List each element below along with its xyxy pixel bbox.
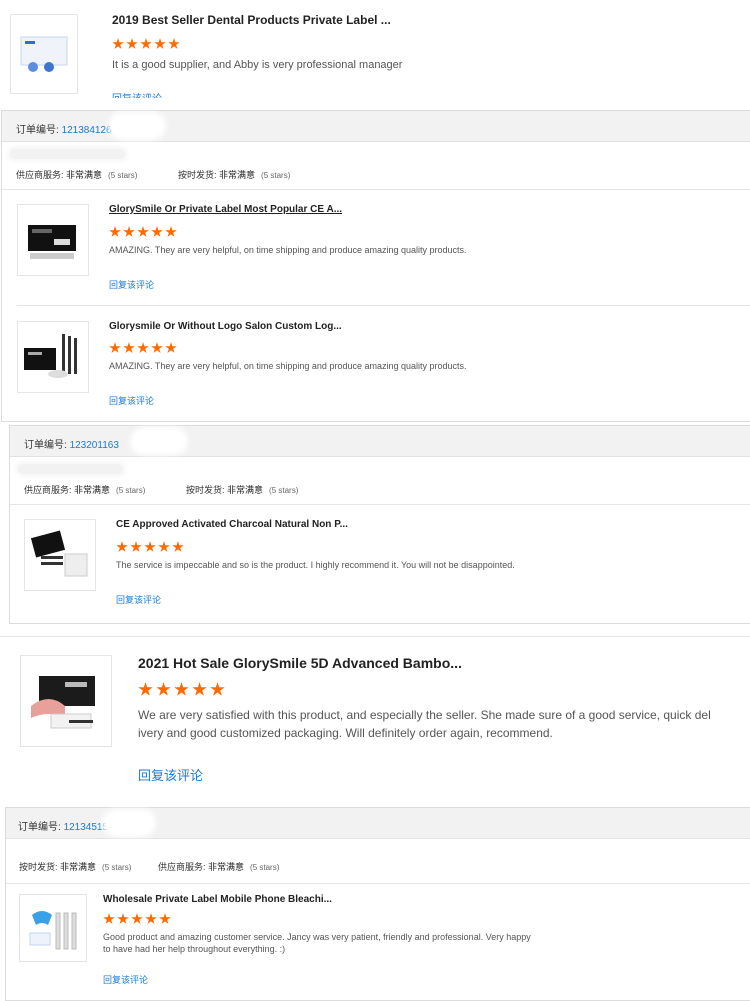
product-thumbnail[interactable] [17,204,89,276]
star-icon [131,913,143,924]
review-text: Good product and amazing customer servic… [103,932,531,954]
star-icon [117,913,129,924]
rating-stars [116,541,184,553]
star-icon [130,541,142,552]
product-thumbnail[interactable] [20,655,112,747]
star-icon [156,682,171,696]
star-icon [145,913,157,924]
divider [2,189,750,190]
redacted-mask [106,813,152,833]
star-icon [137,226,149,237]
reply-link[interactable]: 回复该评论 [109,278,154,291]
star-icon [174,682,189,696]
star-icon [116,541,128,552]
reply-link[interactable]: 回复该评论 [138,765,203,784]
shipping-rating: 按时发货: 非常满意 (5 stars) [19,862,132,872]
star-icon [165,226,177,237]
order-number[interactable]: 123201163 [70,440,119,451]
review-text: We are very satisfied with this product,… [138,708,711,740]
rating-stars [109,342,177,354]
service-rating: 供应商服务: 非常满意 (5 stars) [158,862,280,872]
rating-stars [109,226,177,238]
review-text: It is a good supplier, and Abby is very … [112,59,403,71]
star-icon [140,38,152,49]
reply-link[interactable]: 回复该评论 [116,593,161,606]
rating-stars [138,682,225,697]
product-title[interactable]: Wholesale Private Label Mobile Phone Ble… [103,894,332,905]
review-text: AMAZING. They are very helpful, on time … [109,245,467,255]
product-title[interactable]: CE Approved Activated Charcoal Natural N… [116,519,348,530]
shipping-rating: 按时发货: 非常满意 (5 stars) [178,170,291,180]
star-icon [192,682,207,696]
shipping-rating: 按时发货: 非常满意 (5 stars) [186,485,299,495]
star-icon [126,38,138,49]
order-header: 订单编号: 121384126 [2,111,750,142]
product-thumbnail[interactable] [19,894,87,962]
redacted-mask [112,116,162,136]
star-icon [151,342,163,353]
order-card: 订单编号: 123201163 供应商服务: 非常满意 (5 stars) 按时发… [9,425,750,624]
divider [10,504,750,505]
star-icon [172,541,184,552]
star-icon [210,682,225,696]
star-icon [154,38,166,49]
star-icon [109,342,121,353]
star-icon [138,682,153,696]
star-icon [144,541,156,552]
star-icon [158,541,170,552]
order-number[interactable]: 121384126 [62,125,112,136]
product-thumbnail[interactable] [17,321,89,393]
service-rating: 供应商服务: 非常满意 (5 stars) [24,485,146,495]
review-card-top: 2019 Best Seller Dental Products Private… [0,0,750,100]
product-title[interactable]: GlorySmile Or Private Label Most Popular… [109,204,342,215]
reply-link[interactable]: 回复该评论 [103,973,148,986]
order-header: 订单编号: 121345151 [6,808,750,839]
star-icon [103,913,115,924]
star-icon [151,226,163,237]
redacted-mask [134,431,184,451]
product-title[interactable]: 2019 Best Seller Dental Products Private… [112,13,391,27]
divider [17,305,750,306]
star-icon [137,342,149,353]
rating-stars [112,38,180,50]
star-icon [165,342,177,353]
star-icon [123,342,135,353]
service-rating: 供应商服务: 非常满意 (5 stars) [16,170,138,180]
reply-link[interactable]: 回复该评论 [109,394,154,407]
redacted-mask [18,464,123,474]
divider [6,883,750,884]
review-text: The service is impeccable and so is the … [116,560,515,570]
review-card-large: 2021 Hot Sale GlorySmile 5D Advanced Bam… [0,637,750,802]
order-label: 订单编号: [16,125,59,136]
star-icon [123,226,135,237]
order-label: 订单编号: [18,822,61,833]
star-icon [109,226,121,237]
order-label: 订单编号: [24,440,67,451]
order-card: 订单编号: 121345151 按时发货: 非常满意 (5 stars) 供应商服… [5,807,750,1001]
product-thumbnail[interactable] [10,14,78,94]
star-icon [112,38,124,49]
review-text: AMAZING. They are very helpful, on time … [109,361,467,371]
reply-link[interactable]: 回复该评论 [112,90,162,98]
order-card: 订单编号: 121384126 供应商服务: 非常满意 (5 stars) 按时发… [1,110,750,422]
star-icon [168,38,180,49]
product-title[interactable]: 2021 Hot Sale GlorySmile 5D Advanced Bam… [138,655,462,671]
redacted-mask [10,149,125,159]
star-icon [159,913,171,924]
product-title[interactable]: Glorysmile Or Without Logo Salon Custom … [109,321,342,332]
product-thumbnail[interactable] [24,519,96,591]
rating-stars [103,913,171,925]
order-header: 订单编号: 123201163 [10,426,750,457]
